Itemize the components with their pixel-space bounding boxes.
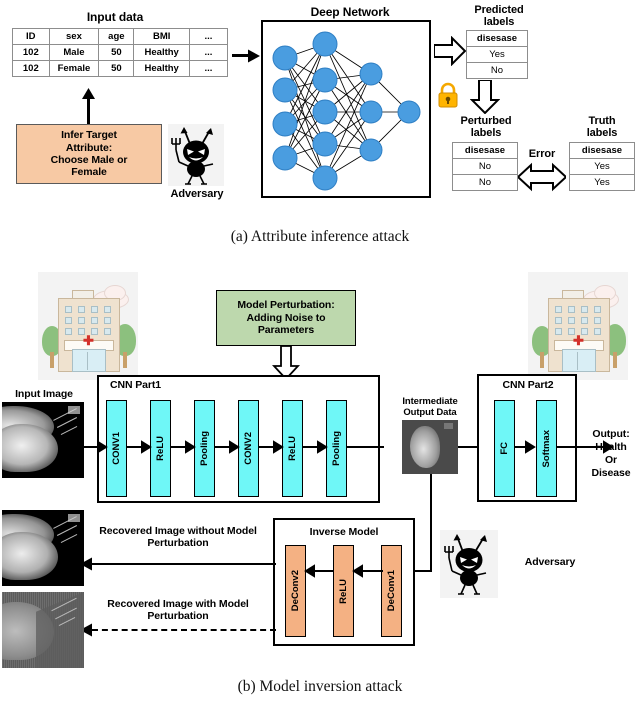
recovered-without-line-2: Perturbation bbox=[147, 537, 209, 549]
cnn1-arrows bbox=[84, 440, 384, 454]
figure-b-model-inversion: Hospital A ✚ Model Perturbation: Adding … bbox=[0, 0, 640, 713]
adversary-label-b: Adversary bbox=[524, 556, 576, 568]
output-line-4: Disease bbox=[591, 467, 631, 479]
recovered-without-line-1: Recovered Image without Model bbox=[99, 525, 257, 537]
inverse-layer-relu: ReLU bbox=[333, 545, 354, 637]
inverse-model-title: Inverse Model bbox=[309, 526, 379, 538]
caption-b: (b) Model inversion attack bbox=[237, 678, 403, 695]
intermediate-tap-line-vertical bbox=[430, 474, 432, 571]
input-image-label: Input Image bbox=[15, 388, 73, 400]
inverse-layer-deconv1-label: DeConv1 bbox=[386, 570, 397, 612]
hospital-a-illustration: ✚ bbox=[38, 272, 138, 380]
cnn2-layer-fc-label: FC bbox=[499, 442, 510, 455]
cnn-part1-title: CNN Part1 bbox=[110, 379, 162, 391]
intermediate-output-image bbox=[402, 420, 458, 474]
recovered-without-perturbation-image bbox=[2, 510, 84, 586]
perturbation-line-2: Adding Noise to bbox=[246, 311, 326, 324]
cnn-part2-box bbox=[477, 374, 577, 502]
output-line-2: Health bbox=[595, 441, 627, 453]
perturbation-line-1: Model Perturbation: bbox=[237, 299, 335, 312]
cnn-part2-title: CNN Part2 bbox=[502, 379, 554, 391]
recovered-with-line-1: Recovered Image with Model bbox=[107, 598, 249, 610]
recovered-with-dashed-line bbox=[92, 629, 276, 631]
recovered-without-arrow-line bbox=[92, 563, 276, 565]
inverse-layer-deconv2: DeConv2 bbox=[285, 545, 306, 637]
input-mammogram-image bbox=[2, 402, 84, 478]
inverse-layer-deconv1: DeConv1 bbox=[381, 545, 402, 637]
inverse-layer-relu-label: ReLU bbox=[338, 578, 349, 604]
intermediate-label-2: Output Data bbox=[403, 407, 457, 418]
recovered-with-line-2: Perturbation bbox=[147, 610, 209, 622]
recovered-with-perturbation-image bbox=[2, 592, 84, 668]
inverse-model-arrows bbox=[304, 564, 383, 578]
model-perturbation-box: Model Perturbation: Adding Noise to Para… bbox=[216, 290, 356, 346]
intermediate-label-1: Intermediate bbox=[402, 396, 458, 407]
perturbation-line-3: Parameters bbox=[257, 324, 315, 337]
cnn2-layer-fc: FC bbox=[494, 400, 515, 497]
output-line-1: Output: bbox=[592, 428, 630, 440]
inverse-layer-deconv2-label: DeConv2 bbox=[290, 570, 301, 612]
adversary-icon-b bbox=[440, 530, 498, 598]
hospital-b-illustration: ✚ bbox=[528, 272, 628, 380]
output-line-3: Or bbox=[604, 454, 618, 466]
